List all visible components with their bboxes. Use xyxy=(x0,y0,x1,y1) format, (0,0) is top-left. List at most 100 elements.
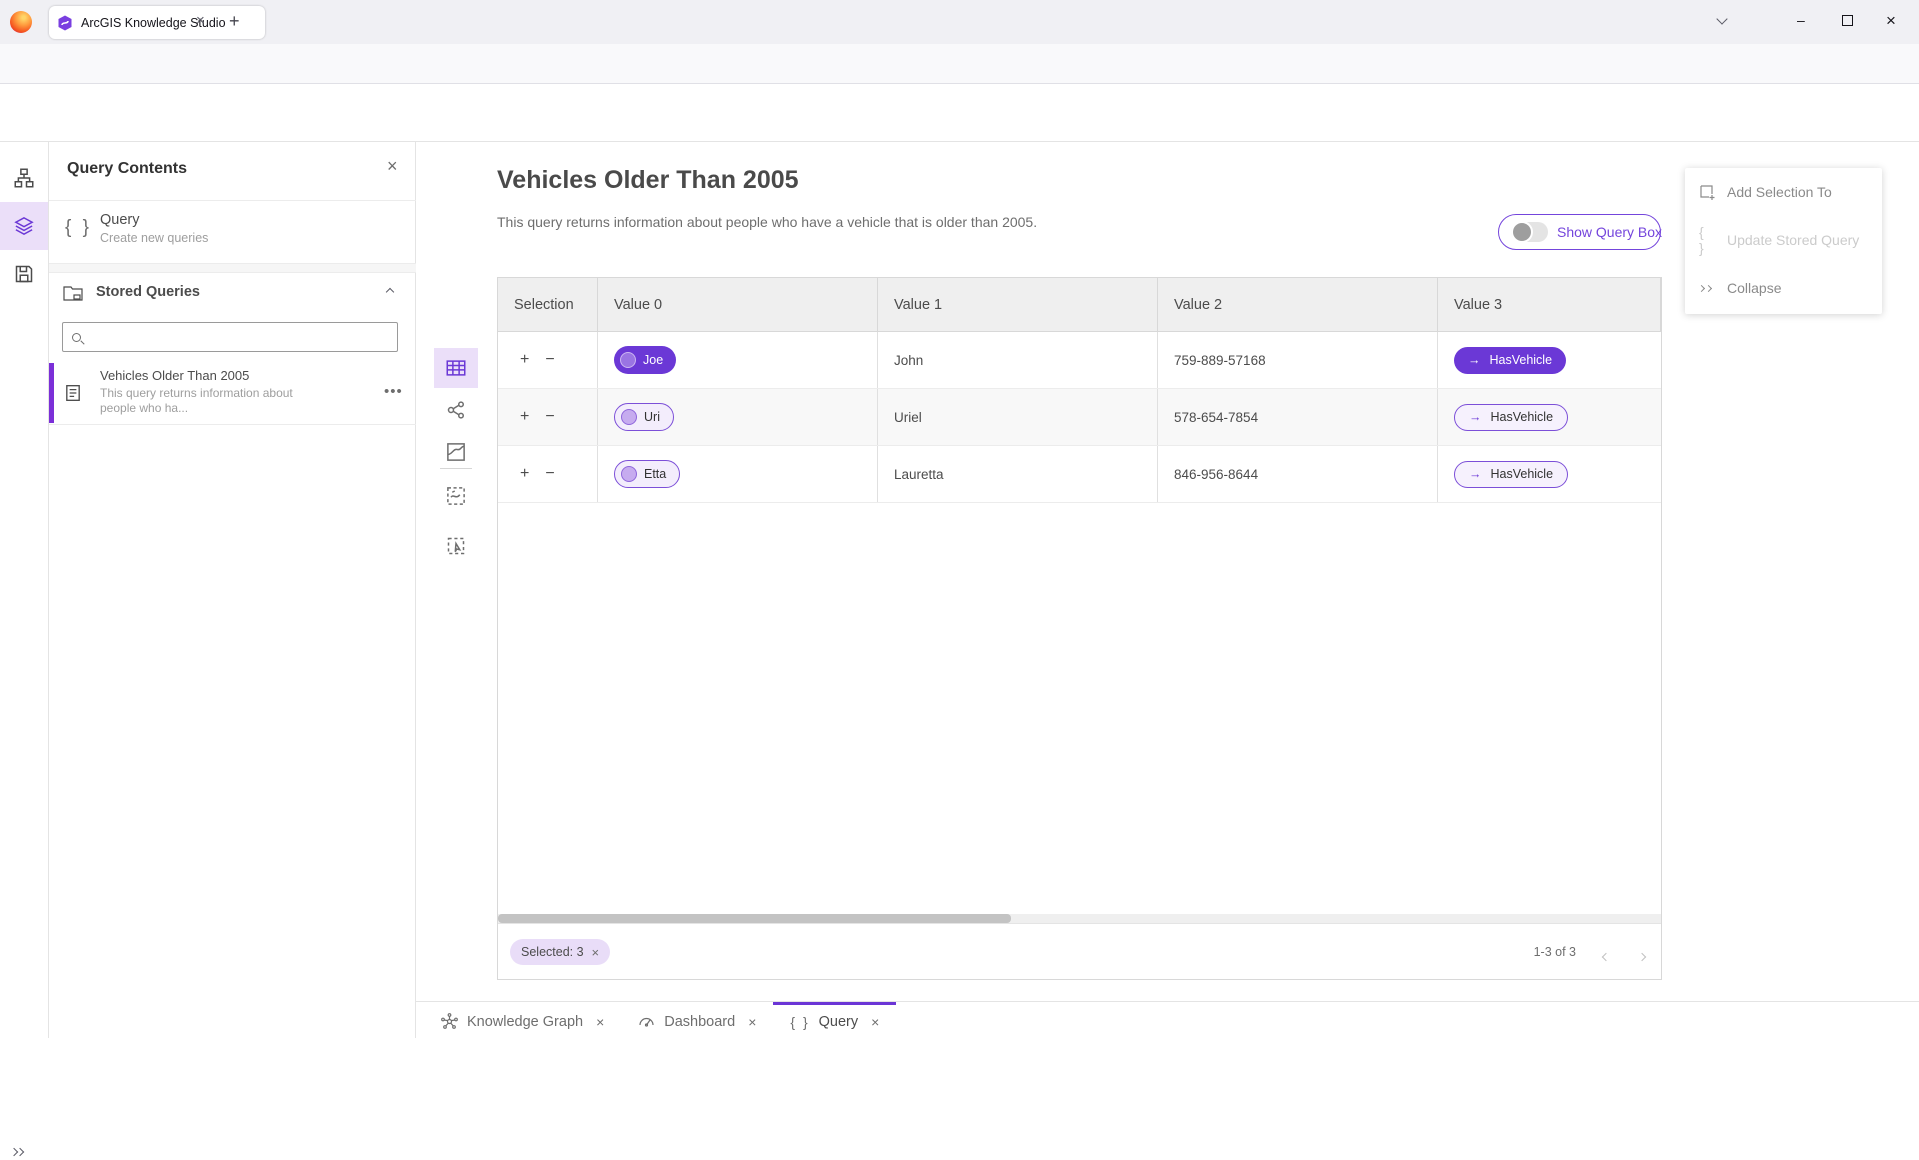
rail-save-button[interactable] xyxy=(0,250,48,298)
collapse-chevron-icon[interactable] xyxy=(386,288,394,296)
show-query-box-toggle[interactable]: Show Query Box xyxy=(1498,214,1661,250)
menu-item-collapse[interactable]: Collapse xyxy=(1685,264,1882,312)
stored-query-description: This query returns information aboutpeop… xyxy=(100,386,293,416)
search-icon xyxy=(72,333,81,342)
table-row[interactable]: +− Etta Lauretta 846-956-8644 →HasVehicl… xyxy=(498,446,1661,503)
layers-icon xyxy=(14,216,34,236)
double-chevron-right-icon xyxy=(1699,286,1716,291)
tab-close-icon[interactable]: × xyxy=(871,1014,879,1030)
column-header[interactable]: Value 2 xyxy=(1158,278,1438,331)
row-remove-button[interactable]: − xyxy=(545,351,554,369)
entity-dot-icon xyxy=(620,352,636,368)
row-add-button[interactable]: + xyxy=(520,351,529,369)
window-close-button[interactable]: × xyxy=(1886,11,1896,31)
cell-value2: 846-956-8644 xyxy=(1158,446,1438,502)
row-add-button[interactable]: + xyxy=(520,408,529,426)
column-header[interactable]: Selection xyxy=(498,278,598,331)
query-item-subtitle: Create new queries xyxy=(100,231,208,245)
window-maximize-button[interactable] xyxy=(1842,15,1853,26)
panel-close-icon[interactable]: × xyxy=(387,156,398,177)
query-result-description: This query returns information about peo… xyxy=(497,214,1037,230)
bottom-tab-bar: Knowledge Graph × Dashboard × { } Query … xyxy=(416,1001,1919,1038)
horizontal-scrollbar[interactable] xyxy=(498,914,1661,923)
tab-close-icon[interactable]: × xyxy=(196,13,205,28)
column-header[interactable]: Value 1 xyxy=(878,278,1158,331)
tab-knowledge-graph[interactable]: Knowledge Graph × xyxy=(424,1002,621,1038)
dashed-selection-icon xyxy=(446,536,466,556)
window-minimize-button[interactable]: – xyxy=(1797,12,1805,28)
toggle-track[interactable] xyxy=(1511,222,1548,242)
browser-toolbar: ← → https://dev0028833.esri.com/portal/a… xyxy=(0,44,1919,84)
tab-close-icon[interactable]: × xyxy=(596,1014,604,1030)
row-remove-button[interactable]: − xyxy=(545,465,554,483)
map-view-button[interactable] xyxy=(434,432,478,472)
menu-item-add-selection-to[interactable]: Add Selection To xyxy=(1685,168,1882,216)
left-icon-rail xyxy=(0,142,49,1038)
relationship-pill[interactable]: →HasVehicle xyxy=(1454,461,1568,488)
scrollbar-thumb[interactable] xyxy=(498,914,1011,923)
app-header: Certification Project ? PL publisher2 la… xyxy=(0,84,1919,142)
link-chart-icon xyxy=(446,400,466,420)
table-row[interactable]: +− Joe John 759-889-57168 →HasVehicle xyxy=(498,332,1661,389)
selected-count-label: Selected: 3 xyxy=(521,945,584,959)
menu-item-update-stored-query[interactable]: { } Update Stored Query xyxy=(1685,216,1882,264)
hierarchy-icon xyxy=(14,168,34,188)
rail-data-model-button[interactable] xyxy=(0,154,48,202)
context-menu: Add Selection To { } Update Stored Query… xyxy=(1685,168,1882,314)
double-chevron-right-icon xyxy=(16,1148,24,1156)
stored-query-item-selected[interactable]: Vehicles Older Than 2005 This query retu… xyxy=(49,363,416,423)
rail-contents-button[interactable] xyxy=(0,202,48,250)
cell-value2: 759-889-57168 xyxy=(1158,332,1438,388)
stored-queries-header[interactable]: Stored Queries xyxy=(49,273,416,313)
dashboard-gauge-icon xyxy=(638,1013,655,1030)
selection-tool-button[interactable] xyxy=(434,526,478,566)
table-view-button[interactable] xyxy=(434,348,478,388)
column-header[interactable]: Value 0 xyxy=(598,278,878,331)
table-row[interactable]: +− Uri Uriel 578-654-7854 →HasVehicle xyxy=(498,389,1661,446)
pagination-next-button[interactable] xyxy=(1639,947,1645,965)
entity-pill[interactable]: Etta xyxy=(614,460,680,488)
entity-dot-icon xyxy=(621,409,637,425)
pagination-prev-button[interactable] xyxy=(1603,947,1609,965)
arrow-icon: → xyxy=(1468,353,1481,367)
cell-value1: Lauretta xyxy=(878,446,1158,502)
item-overflow-menu-icon[interactable]: ••• xyxy=(384,383,403,400)
search-input[interactable] xyxy=(89,330,388,345)
toggle-knob[interactable] xyxy=(1511,221,1533,243)
firefox-icon[interactable] xyxy=(10,11,32,33)
save-icon xyxy=(14,264,34,284)
tab-query-active[interactable]: { } Query × xyxy=(773,1002,896,1038)
map-selection-button[interactable] xyxy=(434,476,478,516)
braces-icon: { } xyxy=(790,1014,809,1030)
map-contents-icon xyxy=(446,486,466,506)
entity-pill[interactable]: Uri xyxy=(614,403,674,431)
selected-count-chip[interactable]: Selected: 3 × xyxy=(510,939,610,965)
tab-dashboard[interactable]: Dashboard × xyxy=(621,1002,773,1038)
query-create-item[interactable]: { } Query Create new queries xyxy=(49,201,416,263)
entity-dot-icon xyxy=(621,466,637,482)
clear-selection-icon[interactable]: × xyxy=(592,945,600,960)
braces-icon: { } xyxy=(65,217,92,239)
folder-icon xyxy=(62,282,84,304)
column-header[interactable]: Value 3 xyxy=(1438,278,1661,331)
tab-close-icon[interactable]: × xyxy=(748,1014,756,1030)
query-item-title: Query xyxy=(100,212,140,228)
new-tab-button[interactable]: + xyxy=(229,11,240,32)
row-add-button[interactable]: + xyxy=(520,465,529,483)
arcgis-favicon-icon xyxy=(57,15,73,31)
entity-pill[interactable]: Joe xyxy=(614,346,676,374)
stored-query-title: Vehicles Older Than 2005 xyxy=(100,368,249,383)
relationship-pill[interactable]: →HasVehicle xyxy=(1454,347,1566,374)
list-tabs-chevron-icon[interactable] xyxy=(1716,13,1727,24)
table-footer: Selected: 3 × 1-3 of 3 xyxy=(498,923,1661,979)
stored-queries-title: Stored Queries xyxy=(96,284,200,300)
panel-title: Query Contents xyxy=(67,160,187,178)
stored-queries-search[interactable] xyxy=(62,322,398,352)
cell-value2: 578-654-7854 xyxy=(1158,389,1438,445)
graph-view-button[interactable] xyxy=(434,390,478,430)
relationship-pill[interactable]: →HasVehicle xyxy=(1454,404,1568,431)
row-remove-button[interactable]: − xyxy=(545,408,554,426)
query-result-title: Vehicles Older Than 2005 xyxy=(497,166,799,195)
table-icon xyxy=(446,358,466,378)
expand-rail-button[interactable] xyxy=(11,1142,23,1160)
